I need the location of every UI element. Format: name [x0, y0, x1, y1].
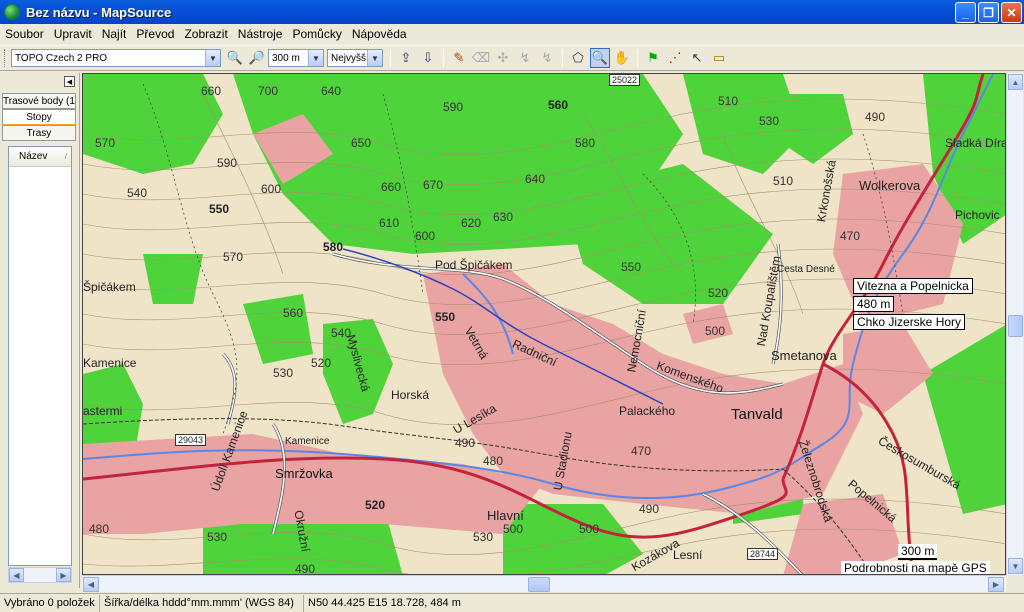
map-product-value: TOPO Czech 2 PRO: [15, 52, 108, 64]
menu-najit[interactable]: Najít: [97, 27, 132, 41]
distance-ruler-icon[interactable]: ▭: [709, 48, 729, 68]
tracks-list[interactable]: Název /: [8, 146, 72, 566]
map-scale-label: 300 m: [898, 544, 938, 560]
zoom-scale-value: 300 m: [272, 52, 300, 64]
scroll-right-icon[interactable]: ▶: [56, 568, 71, 582]
close-button[interactable]: ✕: [1001, 2, 1022, 23]
menu-napoveda[interactable]: Nápověda: [347, 27, 412, 41]
receive-from-device-icon[interactable]: ⇩: [418, 48, 438, 68]
scroll-up-icon[interactable]: ▲: [1008, 74, 1023, 90]
chevron-down-icon[interactable]: ▼: [367, 50, 382, 66]
pointer-icon[interactable]: ↖: [687, 48, 707, 68]
tab-tracks[interactable]: Stopy: [2, 109, 76, 125]
menu-nastroje[interactable]: Nástroje: [233, 27, 288, 41]
erase-tool-icon[interactable]: ⌫: [471, 48, 491, 68]
menu-bar: Soubor Upravit Najít Převod Zobrazit Nás…: [0, 24, 1024, 44]
toolbar-grip[interactable]: [4, 49, 7, 67]
route-node-icon[interactable]: ⋰: [665, 48, 685, 68]
window-controls: _ ❐ ✕: [955, 2, 1022, 23]
route-tool-icon[interactable]: ↯: [515, 48, 535, 68]
vertical-scroll-thumb[interactable]: [1008, 315, 1023, 337]
scroll-left-icon[interactable]: ◀: [83, 577, 99, 592]
menu-pomucky[interactable]: Pomůcky: [287, 27, 346, 41]
map-select-icon[interactable]: ⬠: [568, 48, 588, 68]
map-horizontal-scrollbar[interactable]: ◀ ▶: [82, 575, 1006, 592]
zoom-tool-icon[interactable]: 🔍: [590, 48, 610, 68]
maximize-button[interactable]: ❐: [978, 2, 999, 23]
status-bar: Vybráno 0 položek Šířka/délka hddd°mm.mm…: [0, 593, 1024, 612]
map-detail-note: Podrobnosti na mapě GPS: [841, 561, 990, 574]
chevron-down-icon[interactable]: ▼: [205, 50, 220, 66]
track-tool-icon[interactable]: ↯: [537, 48, 557, 68]
data-panel: ◀ Trasové body (1 Stopy Trasy Název / ◀ …: [0, 73, 80, 588]
menu-upravit[interactable]: Upravit: [49, 27, 97, 41]
tab-routes[interactable]: Trasy: [2, 125, 76, 141]
map-tooltip-area: Chko Jizerske Hory: [853, 314, 966, 330]
status-coordinate-format: Šířka/délka hddd°mm.mmm' (WGS 84): [100, 594, 304, 612]
scroll-right-icon[interactable]: ▶: [988, 577, 1004, 592]
map-view[interactable]: 660 700 640 590 560 510 530 490 570 650 …: [82, 73, 1006, 575]
zoom-out-icon[interactable]: 🔎: [247, 48, 267, 68]
toolbar-separator: [562, 49, 563, 67]
detail-level-select[interactable]: Nejvyšší ▼: [327, 49, 383, 67]
horizontal-scroll-thumb[interactable]: [528, 577, 550, 592]
map-vertical-scrollbar[interactable]: ▲ ▼: [1006, 73, 1023, 575]
minimize-button[interactable]: _: [955, 2, 976, 23]
column-header-label: Název: [19, 151, 48, 162]
menu-soubor[interactable]: Soubor: [0, 27, 49, 41]
menu-prevod[interactable]: Převod: [131, 27, 179, 41]
mapsource-globe-icon: [4, 4, 20, 20]
scroll-down-icon[interactable]: ▼: [1008, 558, 1023, 574]
send-to-device-icon[interactable]: ⇪: [396, 48, 416, 68]
chevron-down-icon[interactable]: ▼: [308, 50, 323, 66]
sort-icon: /: [64, 152, 67, 161]
menu-zobrazit[interactable]: Zobrazit: [179, 27, 232, 41]
zoom-in-icon[interactable]: 🔍: [225, 48, 245, 68]
toolbar-separator: [390, 49, 391, 67]
list-horizontal-scrollbar[interactable]: ◀ ▶: [8, 567, 72, 583]
scroll-left-icon[interactable]: ◀: [9, 568, 24, 582]
toolbar-separator: [443, 49, 444, 67]
map-tooltip-elevation: 480 m: [853, 296, 895, 312]
detail-level-value: Nejvyšší: [331, 52, 369, 64]
waypoint-flag-icon[interactable]: ⚑: [643, 48, 663, 68]
map-tooltip-street: Vitezna a Popelnicka: [853, 278, 973, 294]
title-bar: Bez názvu - MapSource _ ❐ ✕: [0, 0, 1024, 24]
toolbar-separator: [637, 49, 638, 67]
toolbar: TOPO Czech 2 PRO ▼ 🔍 🔎 300 m ▼ Nejvyšší …: [0, 45, 1024, 71]
hand-pan-icon[interactable]: ✋: [612, 48, 632, 68]
window-title: Bez názvu - MapSource: [26, 4, 172, 20]
map-product-select[interactable]: TOPO Czech 2 PRO ▼: [11, 49, 221, 67]
map-tool-icon[interactable]: ✎: [449, 48, 469, 68]
status-selection: Vybráno 0 položek: [0, 594, 100, 612]
column-header-name[interactable]: Název /: [9, 147, 71, 167]
tab-waypoints[interactable]: Trasové body (1: [2, 93, 76, 109]
zoom-scale-select[interactable]: 300 m ▼: [268, 49, 324, 67]
collapse-panel-icon[interactable]: ◀: [64, 76, 75, 87]
select-maps-icon[interactable]: ✣: [493, 48, 513, 68]
status-cursor-position: N50 44.425 E15 18.728, 484 m: [308, 597, 461, 609]
